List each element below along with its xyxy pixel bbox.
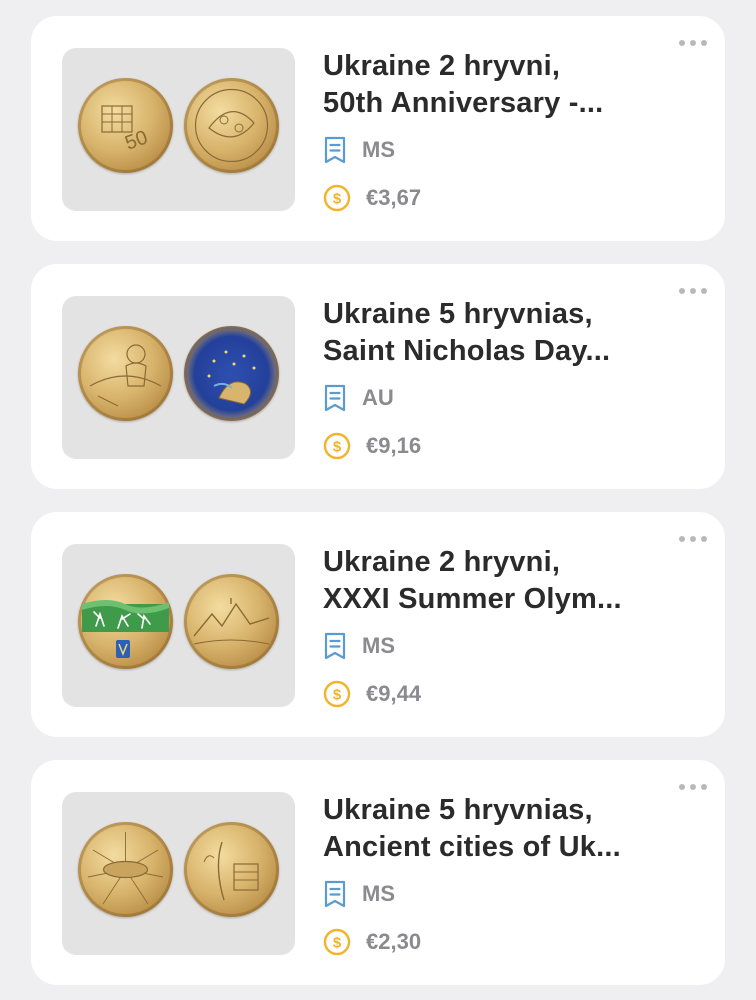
svg-text:$: $ [333,439,342,456]
coin-reverse-image [184,78,279,173]
dollar-coin-icon: $ [323,928,351,956]
more-options-button[interactable] [679,784,707,792]
coin-card[interactable]: Ukraine 5 hryvnias, Saint Nicholas Day..… [31,264,725,489]
coin-title-line-2: XXXI Summer Olym... [323,583,622,615]
coin-reverse-image [184,822,279,917]
grade-label: MS [362,137,395,162]
grade-row: AU [323,382,394,414]
document-icon [323,136,347,164]
price-row: $ €9,44 [323,678,421,710]
coin-card[interactable]: Ukraine 5 hryvnias, Ancient cities of Uk… [31,760,725,985]
coin-card[interactable]: Ukraine 2 hryvni, XXXI Summer Olym... MS… [31,512,725,737]
coin-title-line-1: Ukraine 5 hryvnias, [323,794,593,826]
coin-title-line-1: Ukraine 5 hryvnias, [323,298,593,330]
price-row: $ €2,30 [323,926,421,958]
coin-title-line-1: Ukraine 2 hryvni, [323,50,561,82]
grade-row: MS [323,878,395,910]
grade-label: AU [362,385,394,410]
svg-text:$: $ [333,191,342,208]
coin-obverse-image [78,822,173,917]
grade-row: MS [323,630,395,662]
coin-title-line-2: Saint Nicholas Day... [323,335,611,367]
price-label: €9,44 [366,681,422,706]
coin-image[interactable] [62,296,295,459]
svg-text:50: 50 [122,126,150,154]
document-icon [323,880,347,908]
grade-label: MS [362,633,395,658]
coin-title[interactable]: Ukraine 2 hryvni, XXXI Summer Olym... [323,544,673,618]
coin-image[interactable] [62,544,295,707]
coin-title[interactable]: Ukraine 5 hryvnias, Saint Nicholas Day..… [323,296,673,370]
coin-image[interactable]: 50 [62,48,295,211]
price-row: $ €9,16 [323,430,421,462]
coin-title-line-2: Ancient cities of Uk... [323,831,621,863]
svg-text:$: $ [333,935,342,952]
coin-reverse-image [184,574,279,669]
coin-title-line-1: Ukraine 2 hryvni, [323,546,561,578]
document-icon [323,632,347,660]
coin-obverse-image [78,574,173,669]
price-row: $ €3,67 [323,182,421,214]
price-label: €9,16 [366,433,422,458]
price-label: €2,30 [366,929,422,954]
document-icon [323,384,347,412]
price-label: €3,67 [366,185,422,210]
dollar-coin-icon: $ [323,184,351,212]
coin-card[interactable]: 50 Ukraine 2 hryvni, 50th Anniversary -.… [31,16,725,241]
coin-title[interactable]: Ukraine 5 hryvnias, Ancient cities of Uk… [323,792,673,866]
grade-label: MS [362,881,395,906]
grade-row: MS [323,134,395,166]
dollar-coin-icon: $ [323,432,351,460]
coin-obverse-image [78,326,173,421]
coin-reverse-image [184,326,279,421]
more-options-button[interactable] [679,40,707,48]
coin-list: 50 Ukraine 2 hryvni, 50th Anniversary -.… [0,0,756,1000]
more-options-button[interactable] [679,288,707,296]
coin-image[interactable] [62,792,295,955]
coin-title-line-2: 50th Anniversary -... [323,87,604,119]
coin-title[interactable]: Ukraine 2 hryvni, 50th Anniversary -... [323,48,673,122]
svg-text:$: $ [333,687,342,704]
coin-obverse-image: 50 [78,78,173,173]
dollar-coin-icon: $ [323,680,351,708]
more-options-button[interactable] [679,536,707,544]
